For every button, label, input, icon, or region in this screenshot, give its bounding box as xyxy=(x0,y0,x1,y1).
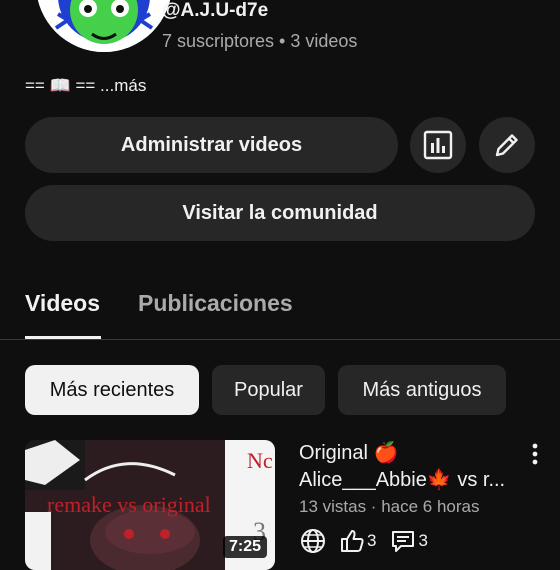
channel-stats: 7 suscriptores • 3 videos xyxy=(162,31,358,51)
comment-count: 3 xyxy=(418,531,428,550)
tab-videos[interactable]: Videos xyxy=(25,290,100,317)
video-title-line2: Alice___Abbie🍁 vs r... xyxy=(299,469,506,491)
thumbnail-caption: remake vs original xyxy=(47,492,211,517)
analytics-icon xyxy=(423,130,453,160)
filter-chip-oldest[interactable]: Más antiguos xyxy=(338,365,506,415)
tabs-divider xyxy=(0,339,560,340)
comment-icon[interactable] xyxy=(390,528,416,554)
tab-posts[interactable]: Publicaciones xyxy=(138,290,293,317)
like-count: 3 xyxy=(367,531,377,550)
video-duration: 7:25 xyxy=(222,536,267,558)
video-meta: 13 vistas · hace 6 horas xyxy=(299,497,480,516)
filter-chip-recent[interactable]: Más recientes xyxy=(25,365,199,415)
video-thumbnail[interactable]: remake vs original Nc 3 7:25 xyxy=(25,440,275,570)
video-title-line1: Original 🍎 xyxy=(299,442,399,464)
video-options-button[interactable] xyxy=(526,442,544,468)
manage-videos-button[interactable]: Administrar videos xyxy=(25,117,398,173)
more-vert-icon xyxy=(532,443,538,465)
edit-channel-button[interactable] xyxy=(479,117,535,173)
visit-community-label: Visitar la comunidad xyxy=(182,201,378,224)
manage-videos-label: Administrar videos xyxy=(120,133,303,156)
channel-description[interactable]: == 📖 == ...más xyxy=(25,76,146,96)
avatar-image xyxy=(36,0,172,52)
channel-avatar[interactable] xyxy=(36,0,172,52)
globe-icon xyxy=(301,529,325,553)
video-title[interactable]: Original 🍎 Alice___Abbie🍁 vs r... xyxy=(299,440,519,494)
filter-chip-popular[interactable]: Popular xyxy=(212,365,325,415)
channel-handle: @A.J.U-d7e xyxy=(162,0,269,21)
video-actions: 3 3 xyxy=(299,527,428,555)
thumbs-up-icon[interactable] xyxy=(339,528,365,554)
analytics-button[interactable] xyxy=(410,117,466,173)
thumbnail-corner-text: Nc xyxy=(247,448,273,473)
visit-community-button[interactable]: Visitar la comunidad xyxy=(25,185,535,241)
pencil-icon xyxy=(495,134,518,157)
